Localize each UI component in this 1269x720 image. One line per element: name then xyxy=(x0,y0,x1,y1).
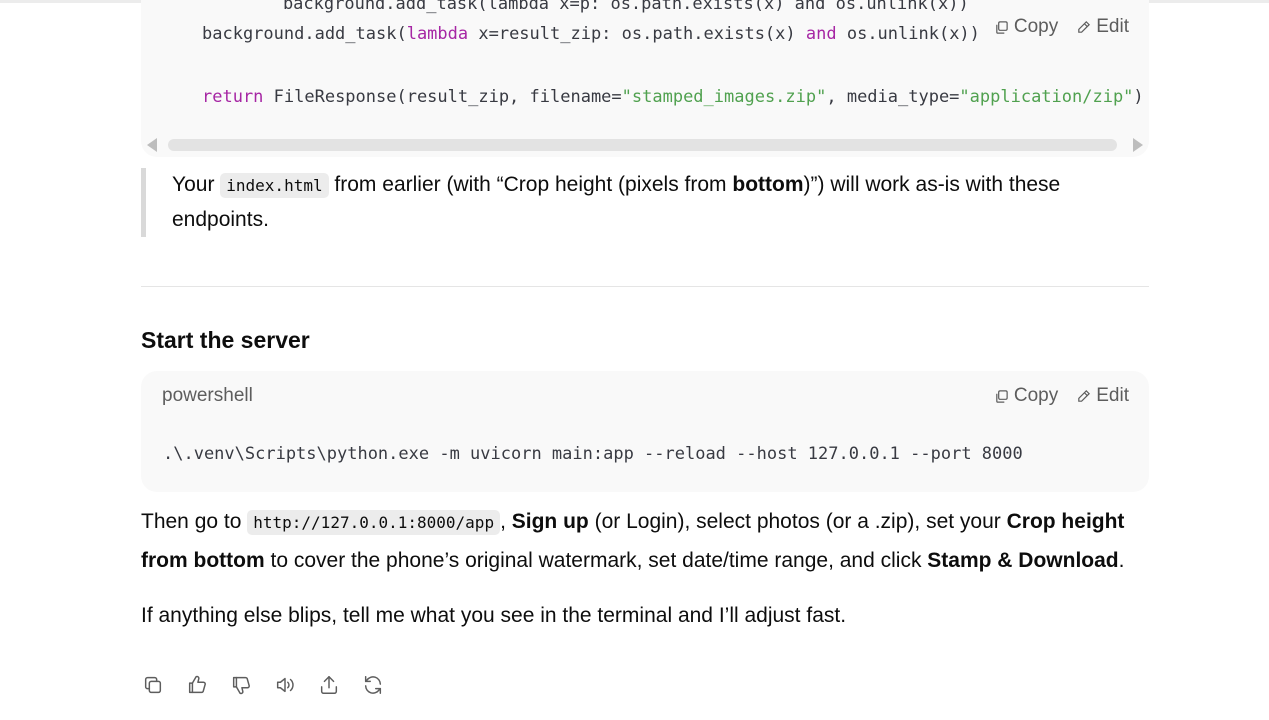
code-actions: Copy Edit xyxy=(994,16,1129,38)
code-block-powershell: powershell Copy Edit .\.venv\Scripts\pyt… xyxy=(141,371,1149,492)
copy-icon xyxy=(996,389,1008,403)
para-text: , xyxy=(500,510,512,533)
section-heading: Start the server xyxy=(141,327,310,353)
code-line-add-task: background.add_task(lambda x=result_zip:… xyxy=(202,24,980,44)
edit-label: Edit xyxy=(1096,385,1129,406)
good-response-button[interactable] xyxy=(185,673,209,697)
thumbs-up-icon xyxy=(188,675,206,694)
copy-icon xyxy=(144,676,162,694)
read-aloud-button[interactable] xyxy=(273,673,297,697)
para-text: Then go to xyxy=(141,510,248,533)
code-language-label: powershell xyxy=(162,385,253,406)
code-block-python: background.add_task(lambda x=p: os.path.… xyxy=(141,0,1149,157)
note-blockquote: Your index.html from earlier (with “Crop… xyxy=(141,168,1132,237)
note-text-middle: from earlier (with “Crop height (pixels … xyxy=(328,173,733,196)
note-text-prefix: Your xyxy=(172,173,221,196)
copy-icon xyxy=(996,20,1008,34)
regenerate-button[interactable] xyxy=(361,673,385,697)
bold-sign-up: Sign up xyxy=(511,510,589,533)
code-actions: Copy Edit xyxy=(994,385,1129,407)
code-line-partial: background.add_task(lambda x=p: os.path.… xyxy=(242,0,969,14)
thumbs-down-icon xyxy=(232,676,250,695)
copy-message-button[interactable] xyxy=(141,673,165,697)
pencil-icon xyxy=(1078,389,1091,402)
pencil-icon xyxy=(1078,20,1091,33)
instructions-paragraph: Then go to http://127.0.0.1:8000/app, Si… xyxy=(141,503,1151,580)
bad-response-button[interactable] xyxy=(229,673,253,697)
scroll-right-icon[interactable] xyxy=(1133,138,1143,152)
closing-paragraph: If anything else blips, tell me what you… xyxy=(141,604,847,627)
bold-stamp-download: Stamp & Download xyxy=(927,549,1119,572)
copy-code-button[interactable]: Copy xyxy=(994,16,1058,38)
regenerate-icon xyxy=(364,676,382,694)
share-button[interactable] xyxy=(317,673,341,697)
code-line-command: .\.venv\Scripts\python.exe -m uvicorn ma… xyxy=(163,444,1023,464)
code-line-return: return FileResponse(result_zip, filename… xyxy=(202,87,1144,107)
scrollbar-thumb[interactable] xyxy=(168,139,1117,151)
inline-code-url: http://127.0.0.1:8000/app xyxy=(247,510,501,535)
read-aloud-icon xyxy=(276,677,294,693)
edit-code-button[interactable]: Edit xyxy=(1076,16,1129,38)
copy-label: Copy xyxy=(1013,16,1059,37)
para-text: . xyxy=(1118,549,1125,572)
inline-code-index-html: index.html xyxy=(220,173,329,198)
edit-code-button[interactable]: Edit xyxy=(1076,385,1129,407)
para-text: to cover the phone’s original watermark,… xyxy=(264,549,928,572)
share-icon xyxy=(320,676,338,694)
copy-code-button[interactable]: Copy xyxy=(994,385,1058,407)
horizontal-scrollbar[interactable] xyxy=(141,136,1149,154)
note-bold: bottom xyxy=(732,173,804,196)
message-action-toolbar xyxy=(141,673,385,697)
scroll-left-icon[interactable] xyxy=(147,138,157,152)
para-text: (or Login), select photos (or a .zip), s… xyxy=(588,510,1007,533)
copy-label: Copy xyxy=(1013,385,1059,406)
edit-label: Edit xyxy=(1096,16,1129,37)
section-divider xyxy=(141,286,1149,287)
